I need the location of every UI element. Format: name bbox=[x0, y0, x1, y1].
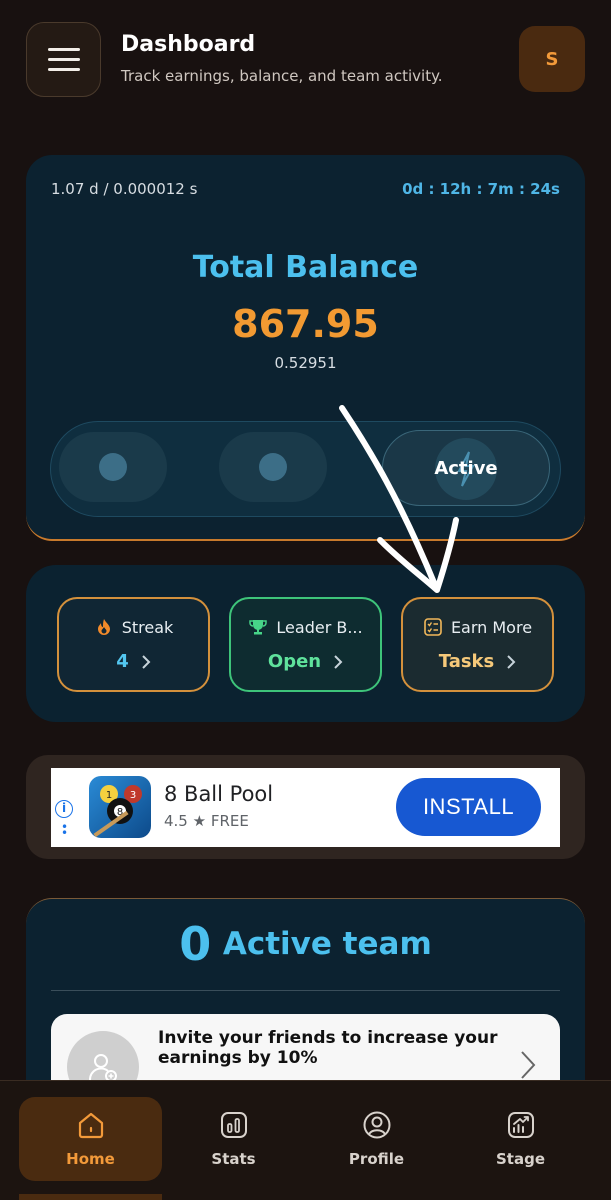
nav-stage[interactable]: Stage bbox=[449, 1097, 592, 1181]
page-subtitle: Track earnings, balance, and team activi… bbox=[121, 67, 443, 85]
leaderboard-label: Leader B... bbox=[276, 617, 363, 637]
stage-icon bbox=[507, 1112, 534, 1138]
leaderboard-value: Open bbox=[267, 651, 322, 672]
nav-stage-label: Stage bbox=[495, 1150, 545, 1168]
flame-icon bbox=[97, 619, 110, 635]
dot-icon bbox=[99, 453, 127, 481]
divider bbox=[51, 990, 560, 991]
app-icon[interactable]: 1 3 8 bbox=[89, 776, 151, 838]
ad-rating-value: 4.5 bbox=[164, 812, 188, 830]
total-balance-value: 867.95 bbox=[232, 302, 379, 346]
countdown-timer: 0d : 12h : 7m : 24s bbox=[402, 180, 560, 198]
team-label: Active team bbox=[222, 926, 432, 962]
more-vertical-icon[interactable]: • • bbox=[61, 821, 68, 839]
nav-shadow bbox=[19, 1194, 162, 1200]
ad-app-name: 8 Ball Pool bbox=[164, 782, 274, 806]
toggle-active-label: Active bbox=[434, 457, 498, 479]
nav-profile-label: Profile bbox=[348, 1150, 405, 1168]
quick-actions: Streak 4 Leader B... Open Earn More Task… bbox=[26, 565, 585, 722]
stats-icon bbox=[220, 1112, 247, 1138]
checklist-icon bbox=[424, 618, 442, 636]
nav-home[interactable]: Home bbox=[19, 1097, 162, 1181]
nav-home-label: Home bbox=[66, 1150, 115, 1168]
ad-banner[interactable]: i • • 1 3 8 8 Ball Pool 4.5 ★ FREE INSTAL… bbox=[51, 768, 560, 847]
toggle-option-active[interactable]: Active bbox=[382, 430, 550, 506]
earn-more-card[interactable]: Earn More Tasks bbox=[401, 597, 554, 692]
hamburger-icon bbox=[47, 45, 80, 75]
chevron-right-icon bbox=[521, 1051, 536, 1079]
menu-button[interactable] bbox=[26, 22, 101, 97]
ad-rating: 4.5 ★ FREE bbox=[164, 812, 249, 830]
trophy-icon bbox=[249, 620, 268, 635]
team-title: 0 Active team bbox=[26, 917, 585, 971]
chevron-right-icon bbox=[507, 654, 516, 669]
svg-text:1: 1 bbox=[106, 790, 112, 801]
nav-profile[interactable]: Profile bbox=[305, 1097, 448, 1181]
chevron-right-icon bbox=[142, 654, 151, 669]
streak-label: Streak bbox=[121, 617, 174, 637]
team-count: 0 bbox=[179, 917, 212, 971]
ad-price: FREE bbox=[210, 812, 249, 830]
ad-container: i • • 1 3 8 8 Ball Pool 4.5 ★ FREE INSTAL… bbox=[26, 755, 585, 859]
earn-more-label: Earn More bbox=[450, 617, 533, 637]
leaderboard-card[interactable]: Leader B... Open bbox=[229, 597, 382, 692]
nav-stats[interactable]: Stats bbox=[162, 1097, 305, 1181]
chevron-right-icon bbox=[334, 654, 343, 669]
mining-rate: 1.07 d / 0.000012 s bbox=[51, 180, 198, 198]
toggle-option-1[interactable] bbox=[59, 432, 167, 502]
streak-card[interactable]: Streak 4 bbox=[57, 597, 210, 692]
balance-card: 1.07 d / 0.000012 s 0d : 12h : 7m : 24s … bbox=[26, 155, 585, 541]
page-title: Dashboard bbox=[121, 32, 256, 57]
total-balance-label: Total Balance bbox=[192, 250, 419, 285]
svg-text:3: 3 bbox=[130, 790, 136, 801]
star-icon: ★ bbox=[192, 812, 207, 830]
home-icon bbox=[78, 1112, 103, 1139]
info-icon[interactable]: i bbox=[55, 800, 73, 818]
install-button[interactable]: INSTALL bbox=[396, 778, 541, 836]
nav-stats-label: Stats bbox=[211, 1150, 256, 1168]
streak-value: 4 bbox=[116, 651, 129, 672]
app-header: Dashboard Track earnings, balance, and t… bbox=[0, 0, 611, 130]
earn-more-value: Tasks bbox=[438, 651, 495, 672]
balance-sub-value: 0.52951 bbox=[274, 354, 337, 372]
bottom-nav: Home Stats Profile Stage bbox=[0, 1080, 611, 1200]
invite-text: Invite your friends to increase your ear… bbox=[158, 1028, 498, 1068]
mode-toggle[interactable]: Active bbox=[50, 421, 561, 517]
dot-icon bbox=[259, 453, 287, 481]
profile-icon bbox=[363, 1111, 390, 1139]
avatar[interactable]: S bbox=[519, 26, 585, 92]
toggle-option-2[interactable] bbox=[219, 432, 327, 502]
team-card: 0 Active team Invite your friends to inc… bbox=[26, 898, 585, 1104]
